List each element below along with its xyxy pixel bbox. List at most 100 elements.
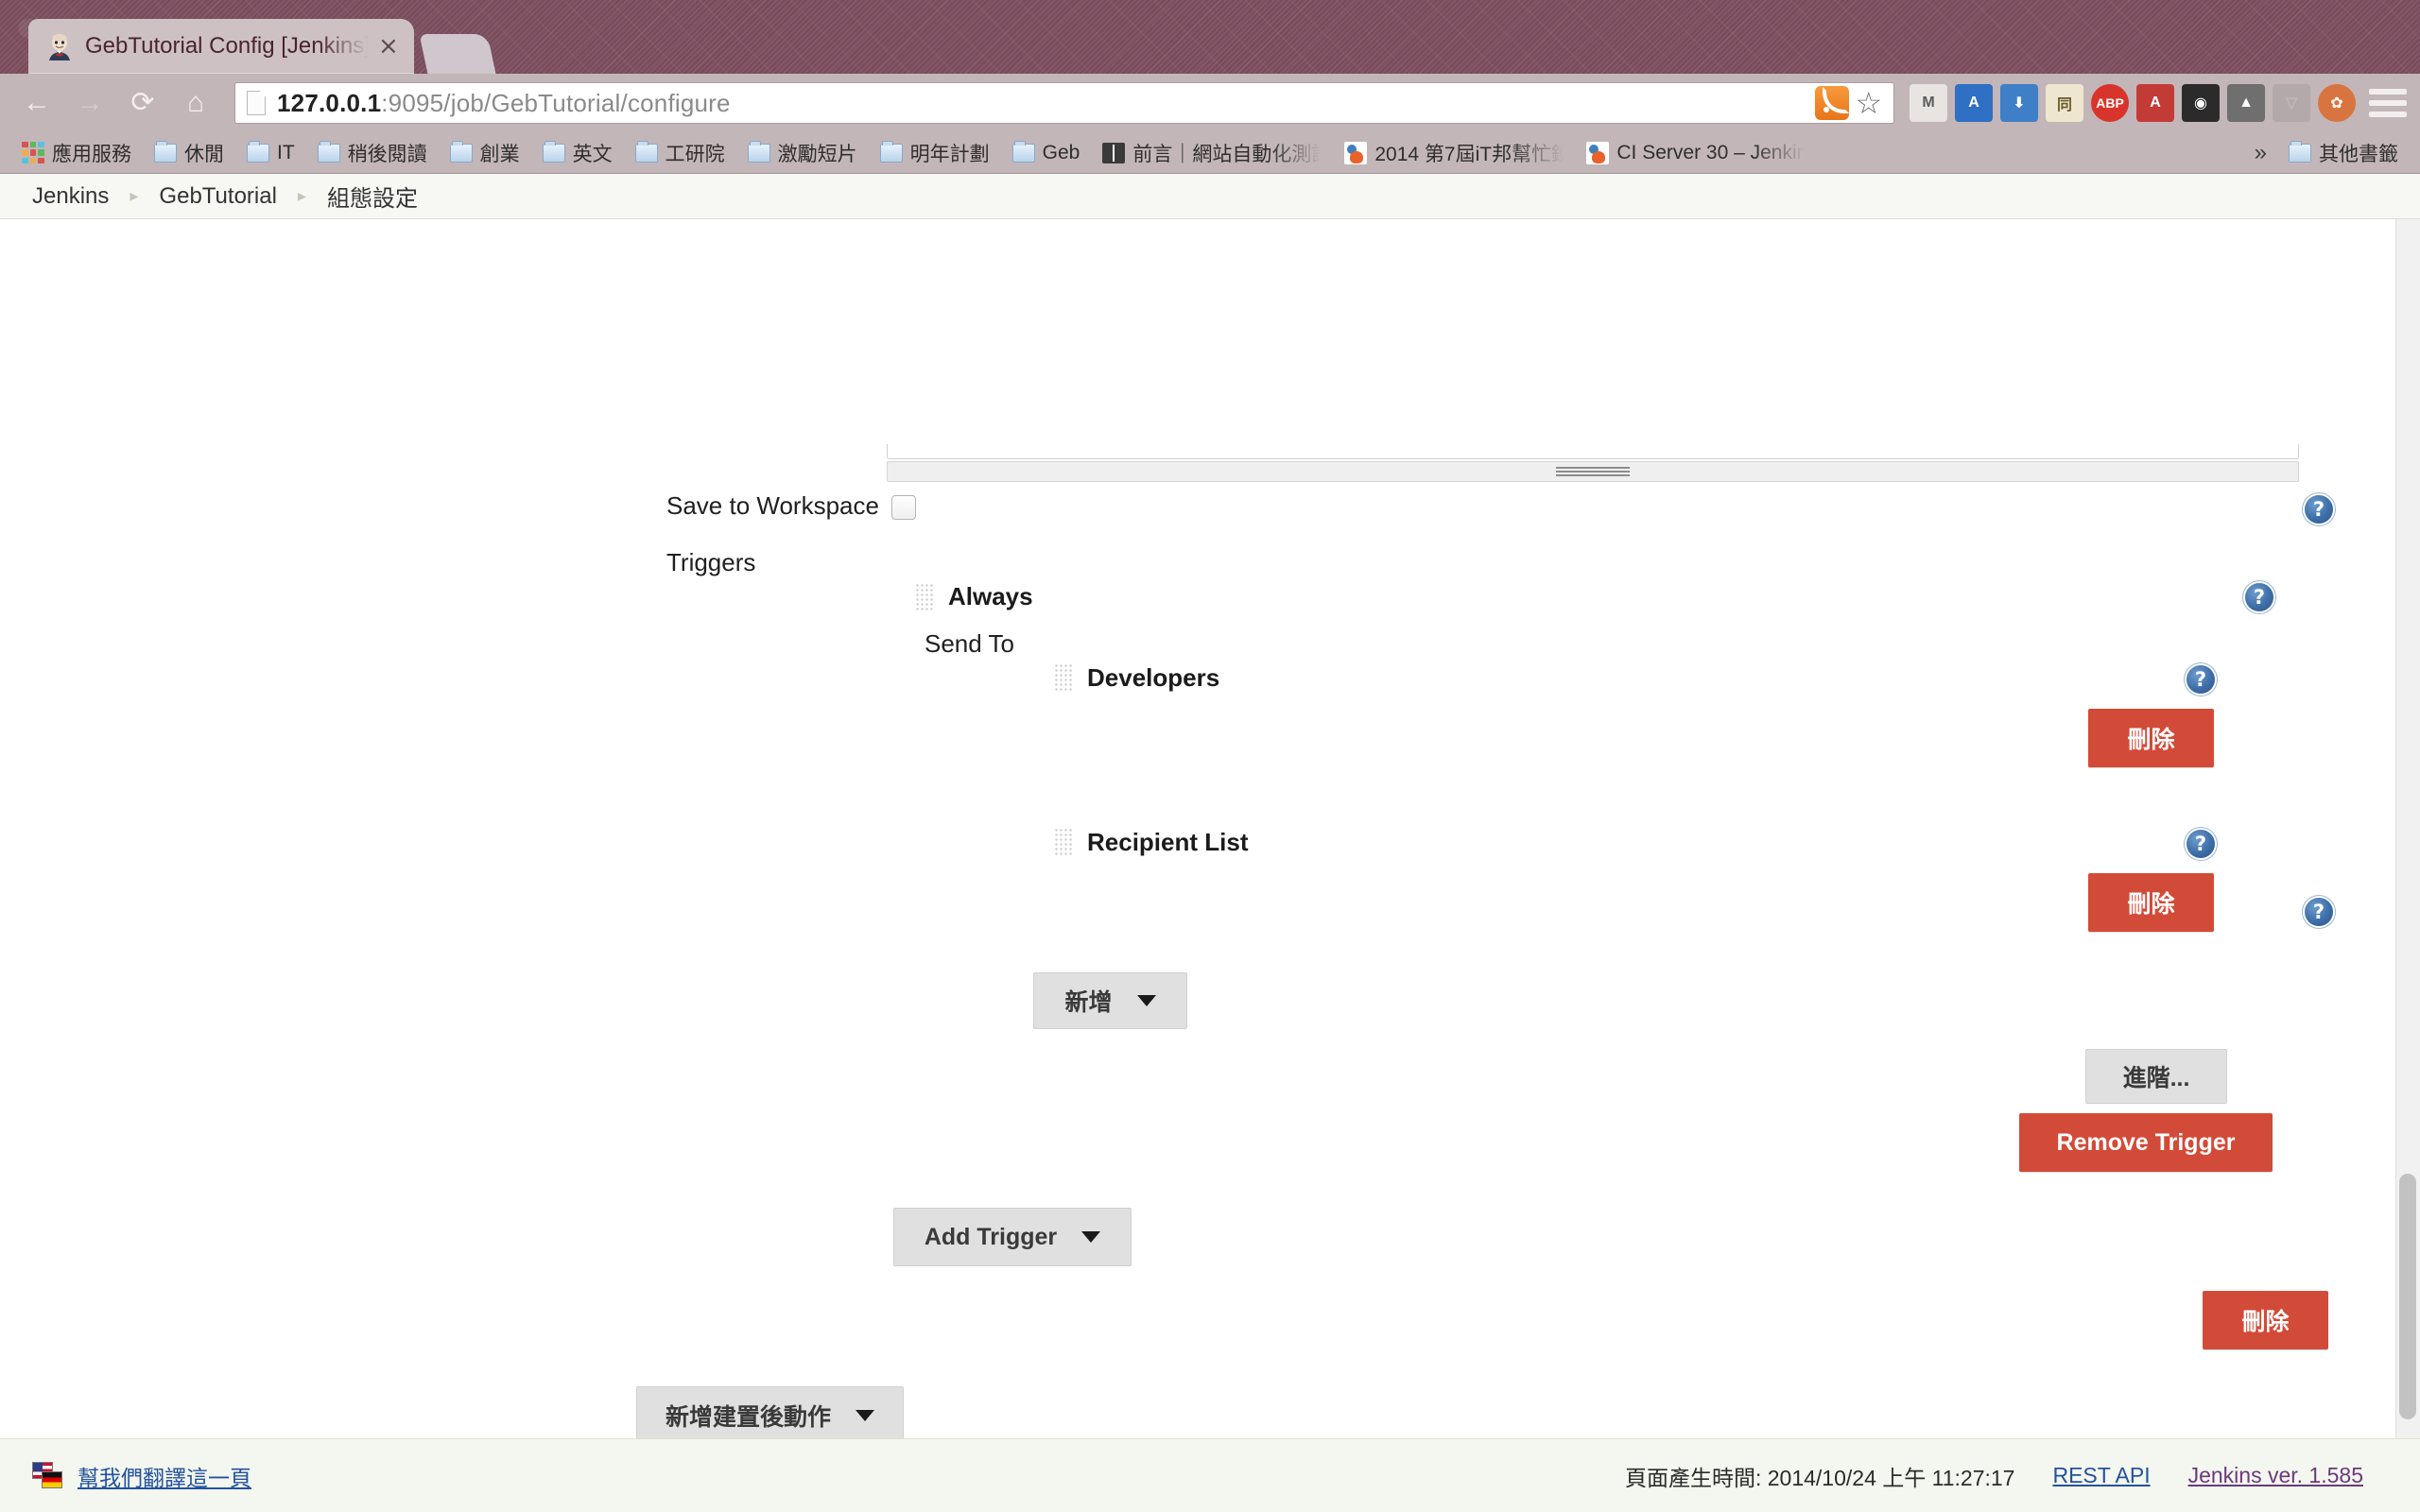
browser-title-bar: GebTutorial Config [Jenkins] ×	[0, 0, 2420, 74]
footer-right: 頁面產生時間: 2014/10/24 上午 11:27:17 REST API …	[1625, 1460, 2363, 1492]
trigger-always-title: Always	[948, 582, 1033, 610]
bookmark-label: 其他書籤	[2319, 143, 2398, 165]
address-bar[interactable]: 127.0.0.1:9095/job/GebTutorial/configure…	[234, 82, 1894, 124]
send-to-label: Send To	[925, 629, 1014, 658]
palette-icon[interactable]: ✿	[2318, 84, 2356, 122]
folder-icon	[879, 140, 903, 163]
rest-api-link[interactable]: REST API	[2052, 1463, 2150, 1488]
configure-form: Save to Workspace ? Triggers Always ? Se…	[0, 219, 2420, 1512]
browser-window: GebTutorial Config [Jenkins] × ← → ⟳ ⌂ 1…	[0, 0, 2420, 1512]
bookmark-motivation-clips[interactable]: 激勵短片	[739, 135, 866, 171]
scrollbar-thumb[interactable]	[2399, 1174, 2416, 1419]
translate-icon[interactable]: A	[1955, 84, 1993, 122]
color-picker-icon[interactable]: ◉	[2182, 84, 2220, 122]
drag-handle-icon[interactable]	[1054, 828, 1073, 856]
remove-trigger-button[interactable]: Remove Trigger	[2019, 1113, 2273, 1172]
tongwen-converter-icon[interactable]: 同	[2046, 84, 2083, 122]
rss-icon[interactable]	[1815, 86, 1850, 120]
add-recipient-dropdown[interactable]: 新增	[1033, 972, 1187, 1029]
help-icon[interactable]: ?	[2245, 583, 2273, 611]
close-icon[interactable]: ×	[378, 34, 399, 59]
apps-grid-icon	[22, 141, 44, 164]
delete-developers-button[interactable]: 刪除	[2088, 709, 2214, 767]
gmail-checker-icon[interactable]: M	[1910, 84, 1947, 122]
help-icon[interactable]: ?	[2305, 898, 2333, 926]
add-trigger-dropdown[interactable]: Add Trigger	[893, 1208, 1132, 1266]
help-icon[interactable]: ?	[2187, 665, 2215, 694]
bookmark-ithome-2014[interactable]: 2014 第7屆iT邦幫忙鐵	[1336, 135, 1572, 171]
bookmark-itri[interactable]: 工研院	[627, 135, 734, 171]
home-icon[interactable]: ⌂	[172, 80, 219, 126]
book-icon	[1102, 142, 1126, 163]
folder-icon	[449, 140, 473, 163]
folder-icon	[2289, 140, 2311, 163]
bird-icon	[1586, 141, 1610, 164]
bookmark-label: 稍後閱讀	[347, 143, 427, 165]
tab-title: GebTutorial Config [Jenkins]	[85, 33, 369, 59]
footer-left: 幫我們翻譯這一頁	[32, 1460, 251, 1492]
folder-icon	[154, 140, 177, 163]
dictionary-icon[interactable]: A	[2136, 84, 2174, 122]
browser-tab[interactable]: GebTutorial Config [Jenkins] ×	[28, 19, 414, 74]
drag-handle-icon[interactable]	[915, 583, 934, 611]
jenkins-page: Jenkins ▸ GebTutorial ▸ 組態設定 Save to Wor…	[0, 174, 2420, 1512]
bookmark-label: 激勵短片	[777, 143, 857, 165]
add-post-build-action-dropdown[interactable]: 新增建置後動作	[636, 1386, 904, 1445]
page-scrollbar[interactable]	[2395, 219, 2420, 1438]
delete-post-build-button[interactable]: 刪除	[2203, 1291, 2328, 1349]
delete-recipient-list-button[interactable]: 刪除	[2088, 873, 2214, 932]
new-tab-button[interactable]	[419, 34, 496, 74]
back-icon[interactable]: ←	[13, 80, 60, 126]
breadcrumb-item-jenkins[interactable]: Jenkins	[32, 183, 109, 210]
bookmark-label: 前言｜網站自動化測試	[1132, 143, 1322, 165]
reload-icon[interactable]: ⟳	[119, 80, 166, 126]
browser-toolbar: ← → ⟳ ⌂ 127.0.0.1:9095/job/GebTutorial/c…	[0, 74, 2420, 132]
help-icon[interactable]: ?	[2187, 830, 2215, 858]
page-info-icon[interactable]	[247, 91, 266, 115]
bookmark-label: IT	[277, 141, 295, 163]
address-bar-actions: ☆	[1806, 86, 1882, 120]
breadcrumb-separator-icon: ▸	[297, 186, 306, 205]
bookmark-ci-server-30-jenkins[interactable]: CI Server 30 – Jenkin	[1578, 138, 1814, 168]
folder-icon	[247, 140, 269, 163]
download-icon[interactable]: ⬇	[2000, 84, 2038, 122]
bookmark-geb[interactable]: Geb	[1004, 138, 1089, 168]
bookmark-star-icon[interactable]: ☆	[1855, 88, 1882, 118]
breadcrumb-separator-icon: ▸	[130, 186, 139, 205]
advanced-button[interactable]: 進階...	[2085, 1049, 2227, 1104]
textarea-resize-handle[interactable]	[887, 461, 2299, 482]
bookmark-read-later[interactable]: 稍後閱讀	[309, 135, 436, 171]
chevron-down-icon	[1081, 1231, 1101, 1243]
extension-toolbar: M A ⬇ 同 ABP A ◉ ▲ ▽ ✿	[1910, 84, 2356, 122]
bookmark-apps[interactable]: 應用服務	[13, 135, 140, 171]
save-to-workspace-checkbox[interactable]	[891, 495, 916, 520]
folder-icon	[317, 140, 340, 163]
add-post-build-action-label: 新增建置後動作	[665, 1404, 831, 1431]
add-recipient-label: 新增	[1064, 989, 1113, 1016]
shield-icon[interactable]: ▽	[2273, 84, 2310, 122]
bookmark-english[interactable]: 英文	[534, 135, 621, 171]
translate-page-link[interactable]: 幫我們翻譯這一頁	[78, 1460, 251, 1492]
bookmark-label: 2014 第7屆iT邦幫忙鐵	[1374, 143, 1564, 165]
forward-icon[interactable]: →	[66, 80, 113, 126]
breadcrumb: Jenkins ▸ GebTutorial ▸ 組態設定	[0, 174, 2420, 219]
grip-icon	[1556, 467, 1630, 476]
bookmark-other[interactable]: 其他書籤	[2280, 135, 2407, 171]
help-icon[interactable]: ?	[2305, 495, 2333, 524]
bookmark-startup[interactable]: 創業	[441, 135, 528, 171]
drag-handle-icon[interactable]	[1054, 663, 1073, 692]
bookmark-preface-web-automation[interactable]: 前言｜網站自動化測試	[1094, 135, 1330, 171]
bookmark-label: 英文	[572, 143, 613, 165]
evernote-clipper-icon[interactable]: ▲	[2227, 84, 2265, 122]
breadcrumb-item-configure[interactable]: 組態設定	[327, 180, 418, 213]
adblock-plus-icon[interactable]: ABP	[2091, 84, 2129, 122]
bookmark-it[interactable]: IT	[238, 138, 303, 168]
bookmarks-bar: 應用服務 休閒 IT 稍後閱讀 創業 英文 工研院 激勵短片 明年計劃 Geb 前言｜網站自動化測試…	[0, 132, 2420, 174]
bookmark-next-year-plan[interactable]: 明年計劃	[872, 135, 998, 171]
content-textarea[interactable]	[887, 444, 2299, 459]
bookmark-leisure[interactable]: 休閒	[146, 135, 233, 171]
chrome-menu-icon[interactable]	[2369, 84, 2407, 122]
jenkins-version-link[interactable]: Jenkins ver. 1.585	[2188, 1463, 2363, 1488]
breadcrumb-item-gebtutorial[interactable]: GebTutorial	[159, 183, 277, 210]
bookmarks-overflow-icon[interactable]: »	[2245, 140, 2276, 166]
